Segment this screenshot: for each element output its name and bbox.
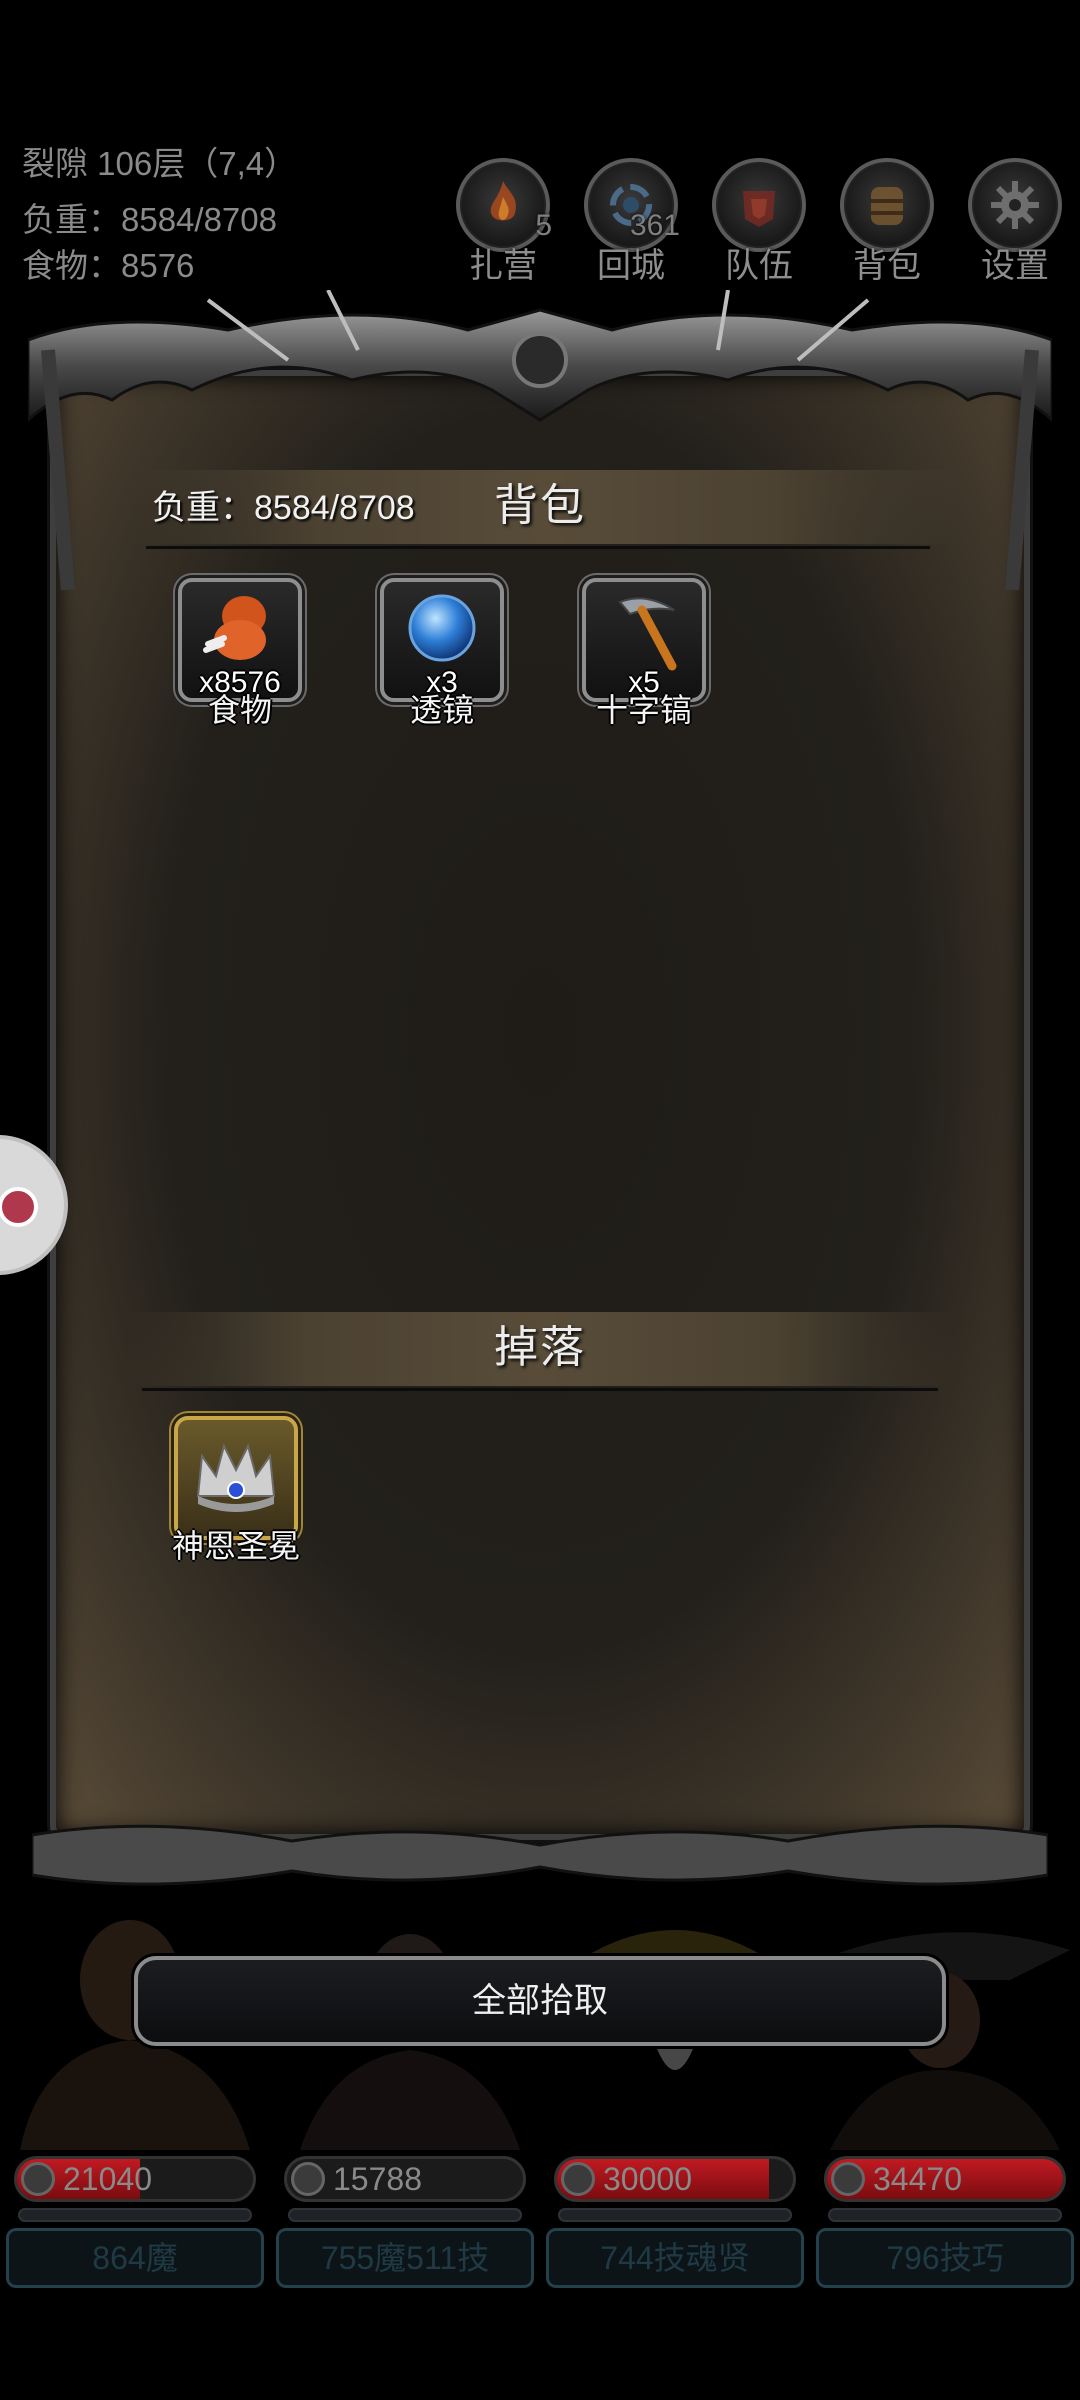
camp-button[interactable]: 5 扎营 xyxy=(448,158,558,288)
team-icon xyxy=(712,158,806,252)
return-town-label: 回城 xyxy=(597,247,665,285)
sword-icon xyxy=(561,2162,595,2196)
hero-mp-bar xyxy=(18,2208,252,2222)
settings-label: 设置 xyxy=(981,247,1049,285)
hero-skill-box: 796技巧 xyxy=(816,2228,1074,2288)
hero-mp-bar xyxy=(288,2208,522,2222)
hero-mp-bar xyxy=(828,2208,1062,2222)
hero-hp-value: 34470 xyxy=(873,2161,962,2197)
item-name: 透镜 xyxy=(409,692,474,728)
hero-skill-box: 744技魂贤 xyxy=(546,2228,804,2288)
item-name: 食物 xyxy=(207,692,272,728)
hero-hp-bar: 21040 xyxy=(14,2156,256,2202)
hero-skill-box: 755魔511技 xyxy=(276,2228,534,2288)
backpack-button[interactable]: 背包 xyxy=(832,158,942,288)
load-label: 负重：8584/8708 xyxy=(22,201,277,238)
hero-hp-value: 30000 xyxy=(603,2161,692,2197)
crown-icon xyxy=(196,1443,276,1512)
hero-skill-text: 755魔511技 xyxy=(320,2240,490,2276)
drops-divider xyxy=(142,1388,938,1391)
drops-title: 掉落 xyxy=(494,1323,586,1372)
pickup-all-label: 全部拾取 xyxy=(472,1982,608,2020)
team-button[interactable]: 队伍 xyxy=(704,158,814,288)
ornate-frame-top xyxy=(28,290,1052,590)
backpack-label: 背包 xyxy=(853,247,921,285)
hero-hp-bar: 30000 xyxy=(554,2156,796,2202)
food-label: 食物：8576 xyxy=(22,247,195,284)
sword-icon xyxy=(21,2162,55,2196)
backpack-load: 负重：8584/8708 xyxy=(152,489,415,527)
camp-count-badge: 5 xyxy=(535,209,552,242)
hero-skill-text: 796技巧 xyxy=(886,2240,1004,2276)
hero-skill-text: 864魔 xyxy=(92,2240,178,2276)
hero-skill-text: 744技魂贤 xyxy=(600,2240,750,2276)
item-slot-food[interactable]: x8576 xyxy=(178,578,302,702)
camp-label: 扎营 xyxy=(469,247,537,285)
hero-mp-bar xyxy=(558,2208,792,2222)
item-slot-lens[interactable]: x3 xyxy=(380,578,504,702)
hero-skill-box: 864魔 xyxy=(6,2228,264,2288)
item-name: 十字镐 xyxy=(595,692,692,728)
pickup-all-button[interactable]: 全部拾取 xyxy=(134,1956,946,2046)
hero-hp-bar: 34470 xyxy=(824,2156,1066,2202)
backpack-title: 背包 xyxy=(494,481,586,530)
sword-icon xyxy=(831,2162,865,2196)
team-label: 队伍 xyxy=(725,247,793,285)
gear-icon xyxy=(968,158,1062,252)
lens-icon xyxy=(408,594,476,662)
drop-slot-crown[interactable] xyxy=(174,1416,298,1540)
drop-item-name: 神恩圣冕 xyxy=(171,1528,300,1564)
settings-button[interactable]: 设置 xyxy=(960,158,1070,288)
sword-icon xyxy=(291,2162,325,2196)
pickaxe-icon xyxy=(618,597,677,671)
meat-icon xyxy=(203,596,266,660)
return-town-button[interactable]: 361 回城 xyxy=(576,158,686,288)
return-town-count-badge: 361 xyxy=(629,209,680,242)
location-label: 裂隙 106层（7,4） xyxy=(22,145,298,182)
floating-assist-icon xyxy=(0,1187,38,1227)
inventory-panel: 负重：8584/8708 背包 x8576 食物 x3 透镜 x5 十字镐 掉落 xyxy=(28,290,1052,1910)
hero-hp-value: 15788 xyxy=(333,2161,422,2197)
backpack-divider xyxy=(146,546,930,549)
ornate-frame-bottom xyxy=(32,1824,1048,1886)
hero-hp-bar: 15788 xyxy=(284,2156,526,2202)
backpack-icon xyxy=(840,158,934,252)
top-nav: 5 扎营 361 回城 队伍 背包 设置 xyxy=(448,158,1080,288)
item-slot-pickaxe[interactable]: x5 xyxy=(582,578,706,702)
hero-hp-value: 21040 xyxy=(63,2161,152,2197)
